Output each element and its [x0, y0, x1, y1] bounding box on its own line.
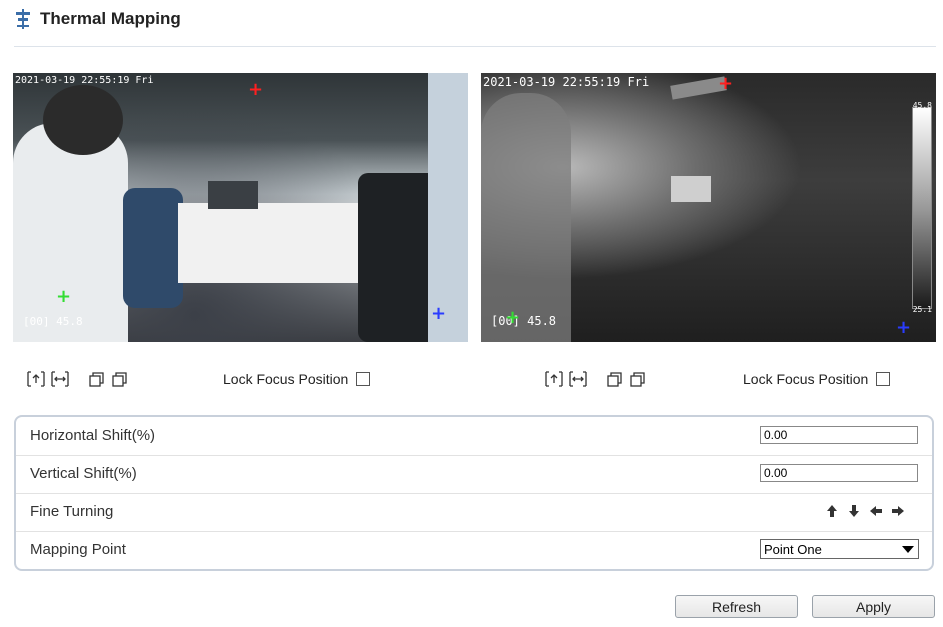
window-icon[interactable]	[605, 371, 623, 387]
curtain-shape	[428, 73, 468, 342]
scale-min: 25.1	[912, 305, 932, 314]
right-video-controls	[545, 369, 653, 389]
arrow-up-icon[interactable]	[824, 503, 840, 519]
blue-marker[interactable]: +	[431, 305, 446, 323]
scale-max: 45.8	[912, 101, 932, 110]
mapping-point-select[interactable]: Point One	[760, 539, 919, 559]
visible-light-video[interactable]: 2021-03-19 22:55:19 Fri [00] 45.8 + + +	[13, 73, 468, 342]
lock-focus-checkbox[interactable]	[356, 372, 371, 386]
page-header: Thermal Mapping	[14, 6, 181, 32]
mapping-settings-panel: Horizontal Shift(%) Vertical Shift(%) Fi…	[14, 415, 934, 571]
zoom-in-icon[interactable]	[27, 371, 45, 387]
blue-marker[interactable]: +	[896, 319, 911, 337]
mapping-point-row: Mapping Point Point One	[16, 531, 932, 569]
vertical-shift-label: Vertical Shift(%)	[30, 465, 137, 482]
thermal-mapping-icon	[16, 9, 30, 29]
vertical-shift-input[interactable]	[760, 464, 918, 482]
person-head	[43, 85, 123, 155]
zoom-in-icon[interactable]	[545, 371, 563, 387]
window-restore-icon[interactable]	[111, 371, 129, 387]
arrow-left-icon[interactable]	[868, 503, 884, 519]
lock-focus-label: Lock Focus Position	[743, 371, 869, 387]
arrow-right-icon[interactable]	[890, 503, 906, 519]
right-lock-focus: Lock Focus Position	[743, 369, 891, 389]
video-timestamp: 2021-03-19 22:55:19 Fri	[15, 75, 154, 86]
left-lock-focus: Lock Focus Position	[223, 369, 371, 389]
vertical-shift-row: Vertical Shift(%)	[16, 455, 932, 494]
mapping-point-label: Mapping Point	[30, 541, 126, 558]
red-marker[interactable]: +	[718, 75, 733, 93]
horizontal-shift-input[interactable]	[760, 426, 918, 444]
fine-tuning-row: Fine Turning	[16, 493, 932, 532]
temperature-scale	[912, 107, 932, 309]
title-divider	[14, 46, 936, 47]
green-marker[interactable]: +	[505, 309, 520, 327]
jacket-shape	[123, 188, 183, 308]
page-title: Thermal Mapping	[40, 9, 181, 28]
lock-focus-label: Lock Focus Position	[223, 371, 349, 387]
mapping-point-value: Point One	[764, 542, 822, 557]
thermal-video[interactable]: 2021-03-19 22:55:19 Fri [00] 45.8 45.8 2…	[481, 73, 936, 342]
lock-focus-checkbox[interactable]	[876, 372, 891, 386]
zoom-out-icon[interactable]	[569, 371, 587, 387]
person-silhouette	[481, 93, 571, 342]
monitor-shape	[208, 181, 258, 209]
green-marker[interactable]: +	[56, 288, 71, 306]
zoom-out-icon[interactable]	[51, 371, 69, 387]
warm-object	[671, 176, 711, 202]
video-timestamp: 2021-03-19 22:55:19 Fri	[483, 75, 650, 89]
temperature-readout: [00] 45.8	[23, 315, 83, 328]
chair-shape	[358, 173, 438, 342]
desk-shape	[178, 203, 378, 283]
horizontal-shift-label: Horizontal Shift(%)	[30, 427, 156, 444]
person-silhouette	[13, 123, 128, 342]
fine-tuning-label: Fine Turning	[30, 503, 114, 520]
red-marker[interactable]: +	[248, 81, 263, 99]
arrow-down-icon[interactable]	[846, 503, 862, 519]
window-restore-icon[interactable]	[629, 371, 647, 387]
apply-button[interactable]: Apply	[812, 595, 935, 618]
left-video-controls	[27, 369, 135, 389]
refresh-button[interactable]: Refresh	[675, 595, 798, 618]
chevron-down-icon	[902, 546, 914, 553]
temperature-readout: [00] 45.8	[491, 314, 557, 328]
fine-tuning-arrows	[824, 503, 906, 519]
horizontal-shift-row: Horizontal Shift(%)	[16, 417, 932, 456]
window-icon[interactable]	[87, 371, 105, 387]
